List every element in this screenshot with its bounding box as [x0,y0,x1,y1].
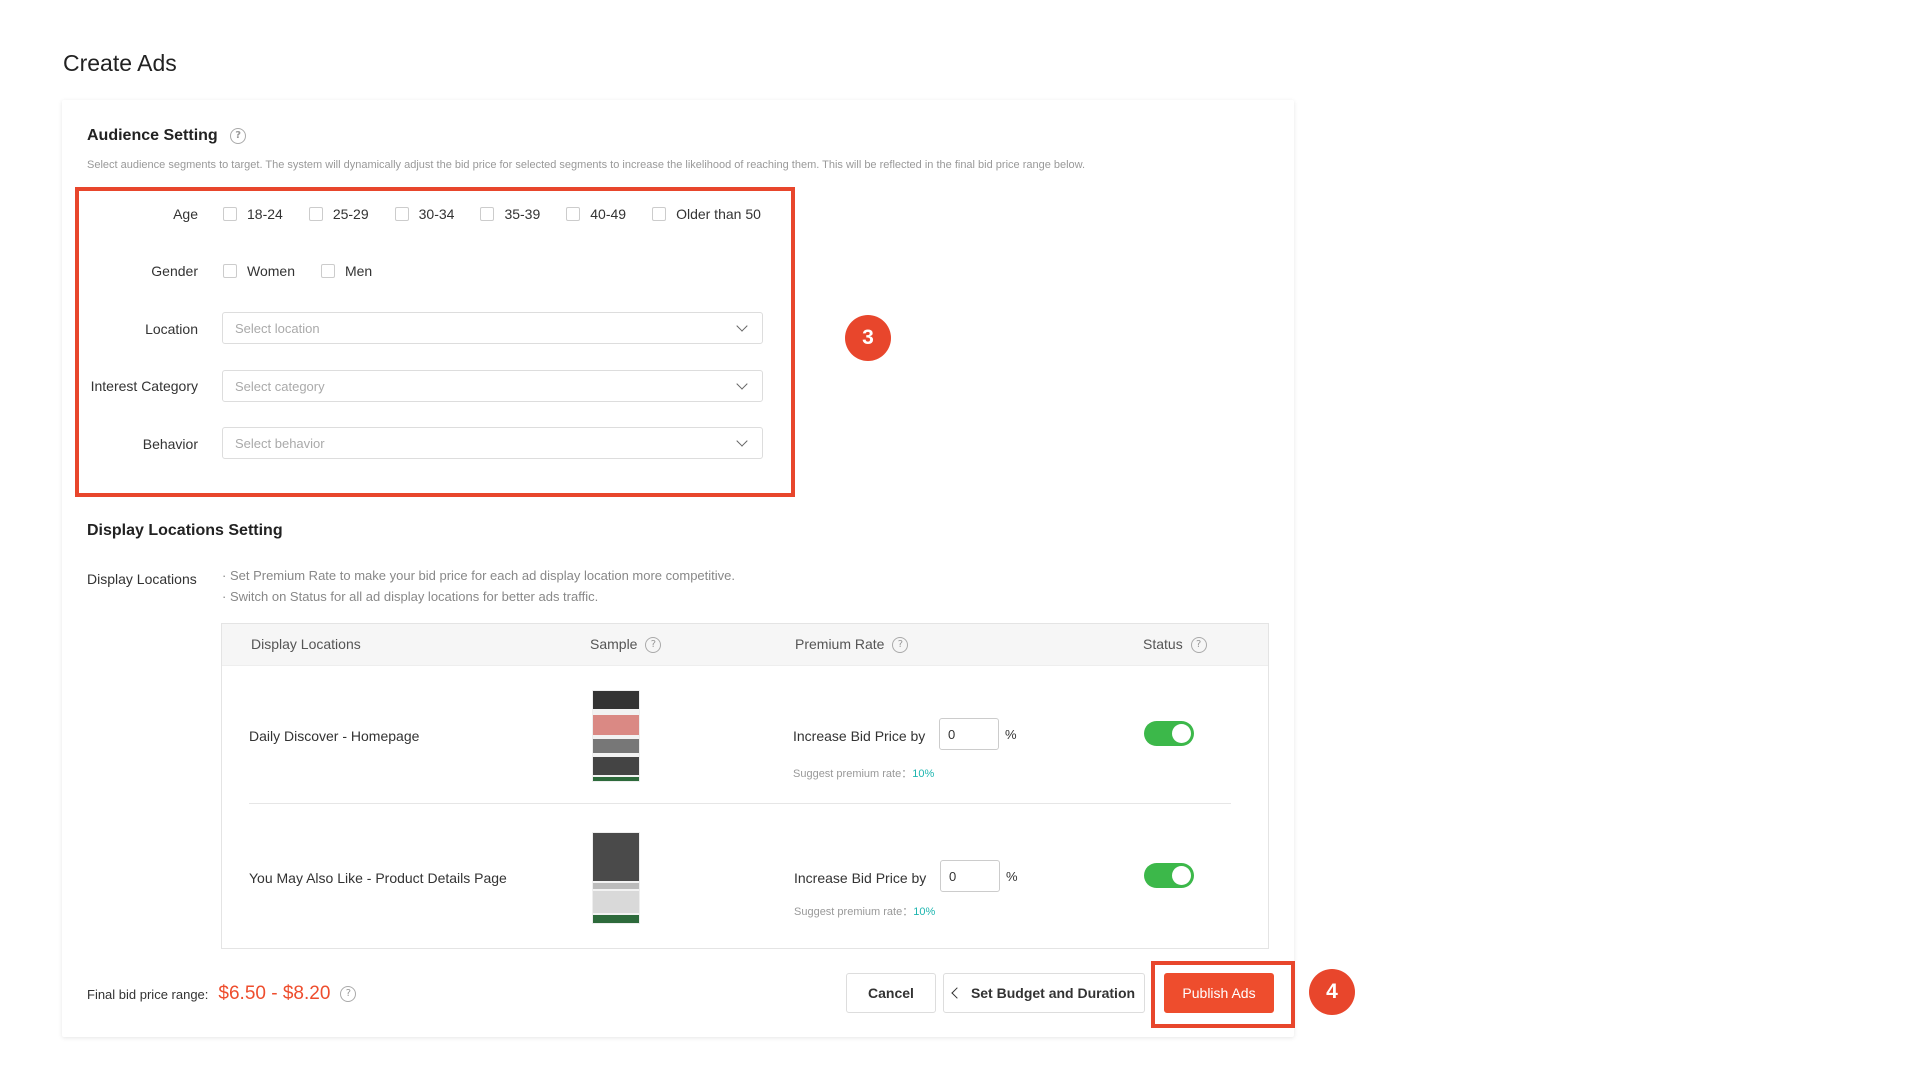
chevron-left-icon [951,987,963,999]
display-note-1: · Set Premium Rate to make your bid pric… [222,568,736,583]
suggest-premium-rate: Suggest premium rate：10% [794,906,936,918]
interest-category-placeholder: Select category [235,378,325,394]
premium-rate-input[interactable] [939,718,999,750]
final-bid-range-label: Final bid price range: [87,986,209,1002]
age-option-30-34[interactable]: 30-34 [394,206,454,222]
age-option-18-24[interactable]: 18-24 [223,206,283,222]
chevron-down-icon [736,378,748,390]
page-title: Create Ads [63,50,177,76]
age-label: Age [173,206,198,222]
interest-category-label: Interest Category [90,378,198,394]
sample-thumbnail[interactable] [592,690,640,782]
bid-label: Increase Bid Price by [793,728,926,744]
display-section-title: Display Locations Setting [87,522,283,539]
gender-options: Women Men [223,263,398,279]
final-bid-range-value: $6.50 - $8.20 [218,983,331,1004]
suggest-rate-value: 10% [913,906,936,918]
suggest-rate-value: 10% [912,768,935,780]
chevron-down-icon [736,320,748,332]
table-header: Display Locations Sample ? Premium Rate … [222,624,1268,666]
column-header-sample: Sample ? [590,636,662,654]
checkbox[interactable] [566,207,581,221]
behavior-label: Behavior [142,436,198,452]
age-options: 18-24 25-29 30-34 35-39 40-49 Older than… [223,206,787,222]
behavior-placeholder: Select behavior [235,435,325,451]
percent-unit: % [1006,869,1018,884]
help-icon[interactable]: ? [230,127,247,144]
checkbox[interactable] [320,264,335,278]
status-toggle[interactable] [1144,863,1194,888]
gender-option-women[interactable]: Women [223,263,295,279]
column-header-premium-rate: Premium Rate ? [795,636,909,654]
table-row-name: You May Also Like - Product Details Page [249,870,507,886]
percent-unit: % [1005,727,1017,742]
behavior-select[interactable]: Select behavior [222,427,763,459]
checkbox[interactable] [308,207,323,221]
checkbox[interactable] [223,207,237,221]
location-label: Location [145,321,198,337]
checkbox[interactable] [652,207,667,221]
age-option-40-49[interactable]: 40-49 [566,206,626,222]
status-toggle[interactable] [1144,721,1194,746]
column-header-status: Status ? [1143,636,1207,654]
checkbox[interactable] [394,207,409,221]
age-option-older-than-50[interactable]: Older than 50 [652,206,761,222]
table-row-name: Daily Discover - Homepage [249,728,420,744]
step-3-badge: 3 [845,315,891,361]
step-4-badge: 4 [1309,969,1355,1015]
gender-label: Gender [151,263,198,279]
set-budget-duration-button[interactable]: Set Budget and Duration [943,973,1145,1013]
cancel-button[interactable]: Cancel [846,973,936,1013]
toggle-knob [1172,724,1191,743]
help-icon[interactable]: ? [340,986,357,1002]
display-locations-table: Display Locations Sample ? Premium Rate … [221,623,1269,949]
location-placeholder: Select location [235,320,320,336]
gender-option-men[interactable]: Men [320,263,372,279]
checkbox[interactable] [223,264,237,278]
help-icon[interactable]: ? [645,637,662,654]
age-option-35-39[interactable]: 35-39 [480,206,540,222]
suggest-premium-rate: Suggest premium rate：10% [793,768,935,780]
audience-description: Select audience segments to target. The … [87,159,1086,171]
toggle-knob [1172,866,1191,885]
sample-thumbnail[interactable] [592,832,640,924]
audience-section-title: Audience Setting ? [87,127,247,145]
row-divider [249,803,1231,804]
checkbox[interactable] [480,207,495,221]
column-header-display-locations: Display Locations [251,636,361,652]
bid-label: Increase Bid Price by [794,870,927,886]
premium-rate-input[interactable] [940,860,1000,892]
audience-title-text: Audience Setting [87,127,218,144]
interest-category-select[interactable]: Select category [222,370,763,402]
publish-ads-button[interactable]: Publish Ads [1164,973,1274,1013]
location-select[interactable]: Select location [222,312,763,344]
chevron-down-icon [736,435,748,447]
display-locations-label: Display Locations [87,571,197,587]
final-bid-range: Final bid price range: $6.50 - $8.20 ? [87,983,357,1005]
age-option-25-29[interactable]: 25-29 [308,206,369,222]
display-note-2: · Switch on Status for all ad display lo… [222,589,599,604]
help-icon[interactable]: ? [892,637,909,654]
help-icon[interactable]: ? [1190,637,1207,654]
